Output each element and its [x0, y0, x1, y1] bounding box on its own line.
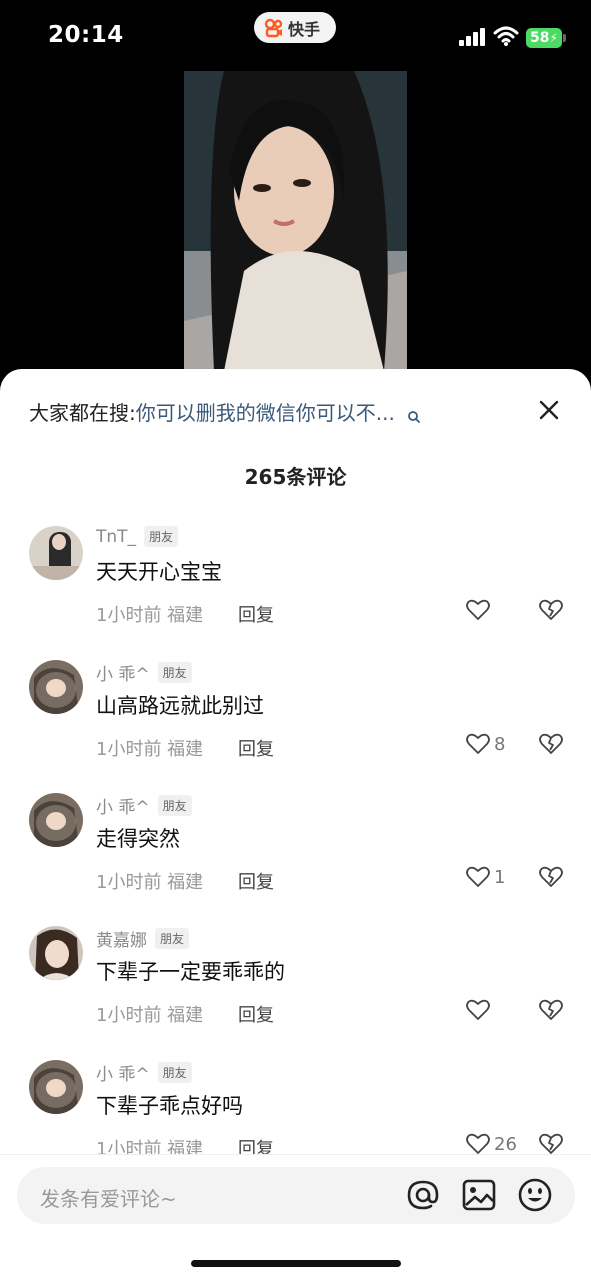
like-count: 26: [494, 1133, 517, 1155]
wifi-icon: [493, 25, 519, 47]
cellular-signal-icon: [459, 28, 485, 46]
comment-sheet: 大家都在搜: 你可以删我的微信你可以不... 265条评论 TnT_ 朋友 天天开…: [0, 369, 591, 1280]
comment-meta: 1小时前 福建: [96, 605, 204, 626]
like-button[interactable]: [466, 999, 494, 1021]
heart-icon: [466, 733, 490, 754]
image-icon[interactable]: [462, 1178, 496, 1212]
mention-at-icon[interactable]: [405, 1177, 441, 1213]
trending-search-bar[interactable]: 大家都在搜: 你可以删我的微信你可以不...: [29, 397, 499, 426]
search-icon[interactable]: [407, 405, 421, 423]
reply-button[interactable]: 回复: [238, 1001, 274, 1027]
avatar[interactable]: [29, 526, 83, 580]
heart-icon: [466, 999, 490, 1020]
comment-text: 山高路远就此别过: [96, 694, 264, 718]
comment-text: 走得突然: [96, 827, 180, 851]
comment-meta: 1小时前 福建: [96, 739, 204, 760]
avatar[interactable]: [29, 793, 83, 847]
video-thumbnail[interactable]: [184, 71, 407, 371]
username-text[interactable]: 黄嘉娜: [96, 926, 147, 951]
emoji-icon[interactable]: [517, 1177, 553, 1213]
broken-heart-icon[interactable]: [539, 733, 563, 757]
comment-item: 小 乖^ 朋友 山高路远就此别过 1小时前 福建 回复 8: [0, 660, 591, 790]
like-button[interactable]: 8: [466, 733, 505, 755]
broken-heart-icon[interactable]: [539, 866, 563, 890]
comment-username[interactable]: 小 乖^ 朋友: [96, 660, 192, 685]
battery-indicator: 58 ⚡: [526, 28, 562, 48]
username-text[interactable]: TnT_: [96, 527, 136, 547]
avatar[interactable]: [29, 660, 83, 714]
comment-meta: 1小时前 福建: [96, 1005, 204, 1026]
battery-level: 58: [530, 30, 550, 46]
comment-username[interactable]: TnT_ 朋友: [96, 526, 179, 547]
app-name: 快手: [288, 19, 321, 39]
heart-icon: [466, 866, 490, 887]
reply-button[interactable]: 回复: [238, 735, 274, 761]
avatar[interactable]: [29, 1060, 83, 1114]
heart-icon: [466, 1133, 490, 1154]
heart-icon: [466, 599, 490, 620]
comment-item: 黄嘉娜 朋友 下辈子一定要乖乖的 1小时前 福建 回复: [0, 926, 591, 1056]
comment-item: 小 乖^ 朋友 走得突然 1小时前 福建 回复 1: [0, 793, 591, 923]
reply-button[interactable]: 回复: [238, 868, 274, 894]
comment-count-heading: 265条评论: [244, 465, 347, 489]
comment-username[interactable]: 小 乖^ 朋友: [96, 793, 192, 818]
status-time: 20:14: [48, 22, 124, 48]
comment-text: 天天开心宝宝: [96, 560, 222, 584]
app-indicator-pill[interactable]: 快手: [254, 12, 336, 43]
comment-input[interactable]: 发条有爱评论~: [17, 1167, 575, 1224]
comment-item: TnT_ 朋友 天天开心宝宝 1小时前 福建 回复: [0, 526, 591, 656]
comment-text: 下辈子一定要乖乖的: [96, 960, 285, 984]
trending-search-prefix: 大家都在搜:: [29, 401, 136, 425]
username-text[interactable]: 小 乖^: [96, 660, 150, 685]
username-text[interactable]: 小 乖^: [96, 793, 150, 818]
comment-meta: 1小时前 福建: [96, 872, 204, 893]
comment-username[interactable]: 小 乖^ 朋友: [96, 1060, 192, 1085]
friend-badge: 朋友: [157, 662, 192, 683]
avatar[interactable]: [29, 926, 83, 980]
friend-badge: 朋友: [157, 795, 192, 816]
like-button[interactable]: 26: [466, 1133, 517, 1155]
status-bar: 20:14 快手 58 ⚡: [0, 0, 591, 70]
trending-search-term[interactable]: 你可以删我的微信你可以不...: [136, 397, 395, 426]
friend-badge: 朋友: [155, 928, 190, 949]
close-icon[interactable]: [538, 399, 560, 421]
like-count: 1: [494, 866, 506, 888]
friend-badge: 朋友: [144, 526, 179, 547]
comment-username[interactable]: 黄嘉娜 朋友: [96, 926, 190, 951]
like-count: 8: [494, 733, 506, 755]
comment-text: 下辈子乖点好吗: [96, 1094, 243, 1118]
reply-button[interactable]: 回复: [238, 601, 274, 627]
comment-input-bar: 发条有爱评论~: [0, 1154, 591, 1280]
like-button[interactable]: [466, 599, 494, 621]
kuaishou-logo-icon: [264, 18, 284, 38]
like-button[interactable]: 1: [466, 866, 505, 888]
home-indicator[interactable]: [191, 1260, 401, 1267]
broken-heart-icon[interactable]: [539, 599, 563, 623]
friend-badge: 朋友: [157, 1062, 192, 1083]
broken-heart-icon[interactable]: [539, 999, 563, 1023]
battery-tip: [563, 34, 566, 42]
comment-input-placeholder: 发条有爱评论~: [40, 1187, 177, 1211]
username-text[interactable]: 小 乖^: [96, 1060, 150, 1085]
